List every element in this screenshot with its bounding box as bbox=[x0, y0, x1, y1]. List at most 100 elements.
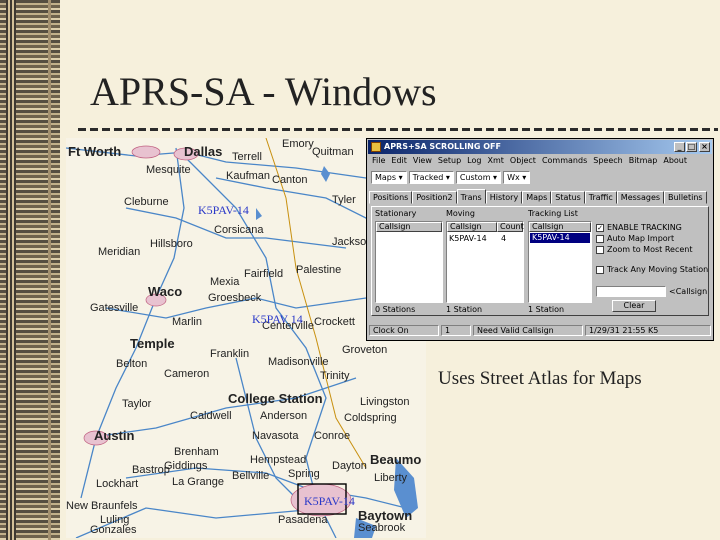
tracked-dropdown-label: Tracked bbox=[412, 173, 444, 182]
moving-callsign-header[interactable]: Callsign bbox=[447, 222, 497, 232]
moving-count: 1 Station bbox=[446, 305, 483, 314]
map-city-label: Madisonville bbox=[268, 356, 329, 368]
moving-count-header[interactable]: Count bbox=[497, 222, 524, 232]
map-city-label: Seabrook bbox=[358, 522, 406, 534]
map-city-label: New Braunfels bbox=[66, 500, 138, 512]
map-city-label: Cameron bbox=[164, 368, 210, 380]
custom-dropdown-label: Custom bbox=[459, 173, 491, 182]
moving-row-count: 4 bbox=[501, 234, 507, 243]
clear-button[interactable]: Clear bbox=[612, 300, 656, 312]
tracked-dropdown[interactable]: Tracked ▾ bbox=[408, 171, 454, 184]
lake bbox=[256, 208, 262, 220]
zoom-recent-label: Zoom to Most Recent bbox=[607, 245, 693, 254]
station-callsign-label[interactable]: K5PAV-14 bbox=[304, 494, 355, 509]
map-city-label: Mesquite bbox=[146, 164, 191, 176]
menu-commands[interactable]: Commands bbox=[542, 155, 587, 167]
menu-bitmap[interactable]: Bitmap bbox=[629, 155, 658, 167]
callsign-input[interactable] bbox=[596, 286, 666, 297]
map-city-label: Groesbeck bbox=[208, 292, 262, 304]
map-city-label: Anderson bbox=[260, 410, 308, 422]
enable-tracking-label: ENABLE TRACKING bbox=[607, 223, 682, 232]
map-city-label: Marlin bbox=[172, 316, 202, 328]
auto-map-import-checkbox[interactable]: Auto Map Import bbox=[596, 234, 674, 244]
map-city-label: Emory bbox=[282, 138, 314, 150]
status-callsign-warning: Need Valid Callsign bbox=[473, 325, 583, 336]
map-city-label: Austin bbox=[94, 428, 135, 443]
wx-dropdown[interactable]: Wx ▾ bbox=[503, 171, 531, 184]
menu-speech[interactable]: Speech bbox=[593, 155, 622, 167]
status-time: 1/29/31 21:55 K5 bbox=[585, 325, 711, 336]
window-titlebar[interactable]: APRS+SA SCROLLING OFF _ □ × bbox=[368, 140, 712, 154]
status-clock: Clock On bbox=[369, 325, 439, 336]
minimize-icon[interactable]: _ bbox=[674, 142, 685, 152]
slide-title: APRS-SA - Windows bbox=[90, 69, 437, 114]
map-city-label: Trinity bbox=[320, 370, 350, 382]
custom-dropdown[interactable]: Custom ▾ bbox=[455, 171, 502, 184]
close-icon[interactable]: × bbox=[699, 142, 710, 152]
menu-setup[interactable]: Setup bbox=[438, 155, 461, 167]
map-city-label: Corsicana bbox=[214, 224, 264, 236]
map-city-label: Baytown bbox=[358, 508, 413, 523]
station-callsign-label[interactable]: K5PAV 14 bbox=[252, 312, 303, 327]
map-city-label: Temple bbox=[130, 336, 175, 351]
map-city-label: Bastrop bbox=[132, 464, 170, 476]
tracking-row-selected[interactable]: K5PAV-14 bbox=[530, 233, 590, 243]
app-icon bbox=[371, 142, 381, 152]
map-city-label: Hempstead bbox=[250, 454, 307, 466]
map-city-label: Bellville bbox=[232, 470, 270, 482]
map-city-label: Liberty bbox=[374, 472, 408, 484]
tracking-count: 1 Station bbox=[528, 305, 565, 314]
map-city-label: Ft Worth bbox=[68, 144, 122, 159]
track-any-moving-checkbox[interactable]: Track Any Moving Station bbox=[596, 265, 708, 275]
stationary-list[interactable]: Callsign bbox=[375, 221, 443, 303]
aprs-sa-window: APRS+SA SCROLLING OFF _ □ × File Edit Vi… bbox=[366, 138, 714, 341]
decorative-divider bbox=[48, 0, 51, 540]
decorative-binding-strip bbox=[0, 0, 60, 540]
map-city-label: Lockhart bbox=[96, 478, 139, 490]
zoom-recent-checkbox[interactable]: Zoom to Most Recent bbox=[596, 245, 692, 255]
menu-log[interactable]: Log bbox=[467, 155, 481, 167]
menu-about[interactable]: About bbox=[663, 155, 687, 167]
map-city-label: Caldwell bbox=[190, 410, 232, 422]
tab-trans[interactable]: Trans bbox=[456, 189, 486, 204]
tab-bulletins[interactable]: Bulletins bbox=[664, 191, 707, 204]
menu-object[interactable]: Object bbox=[510, 155, 536, 167]
tab-position2[interactable]: Position2 bbox=[412, 191, 457, 204]
slide-caption: Uses Street Atlas for Maps bbox=[438, 368, 642, 389]
tab-maps[interactable]: Maps bbox=[522, 191, 552, 204]
map-city-label: Coldspring bbox=[344, 412, 397, 424]
map-city-label: Pasadena bbox=[278, 514, 328, 526]
enable-tracking-checkbox[interactable]: ✓ ENABLE TRACKING bbox=[596, 223, 682, 233]
map-city-label: Giddings bbox=[164, 460, 208, 472]
moving-row-callsign[interactable]: K5PAV-14 bbox=[449, 234, 487, 244]
window-title: APRS+SA SCROLLING OFF bbox=[384, 142, 501, 151]
station-callsign-label[interactable]: K5PAV-14 bbox=[198, 203, 249, 218]
tab-positions[interactable]: Positions bbox=[369, 191, 413, 204]
map-city-label: Livingston bbox=[360, 396, 410, 408]
tracking-panel: Stationary Callsign Moving Callsign Coun… bbox=[371, 206, 709, 316]
maximize-icon[interactable]: □ bbox=[686, 142, 697, 152]
map-city-label: Beaumo bbox=[370, 452, 422, 467]
auto-map-import-label: Auto Map Import bbox=[607, 234, 675, 243]
tab-history[interactable]: History bbox=[485, 191, 523, 204]
wx-dropdown-label: Wx bbox=[507, 173, 520, 182]
menu-xmt[interactable]: Xmt bbox=[487, 155, 503, 167]
tracking-callsign-header[interactable]: Callsign bbox=[529, 222, 591, 232]
tab-messages[interactable]: Messages bbox=[616, 191, 665, 204]
menu-view[interactable]: View bbox=[413, 155, 432, 167]
map-city-label: Cleburne bbox=[124, 196, 169, 208]
map-city-label: Waco bbox=[148, 284, 183, 299]
menu-file[interactable]: File bbox=[372, 155, 385, 167]
menu-edit[interactable]: Edit bbox=[391, 155, 407, 167]
map-city-label: Terrell bbox=[232, 151, 262, 163]
checkbox-icon bbox=[596, 266, 604, 274]
title-underline bbox=[78, 128, 718, 131]
callsign-add-button[interactable]: <Callsign bbox=[669, 287, 707, 297]
tab-status[interactable]: Status bbox=[551, 191, 585, 204]
moving-label: Moving bbox=[446, 209, 475, 218]
moving-list[interactable]: Callsign Count K5PAV-14 4 bbox=[446, 221, 524, 303]
tab-traffic[interactable]: Traffic bbox=[584, 191, 617, 204]
maps-dropdown[interactable]: Maps ▾ bbox=[371, 171, 407, 184]
stationary-callsign-header[interactable]: Callsign bbox=[376, 222, 442, 232]
tracking-list[interactable]: Callsign K5PAV-14 bbox=[528, 221, 592, 303]
